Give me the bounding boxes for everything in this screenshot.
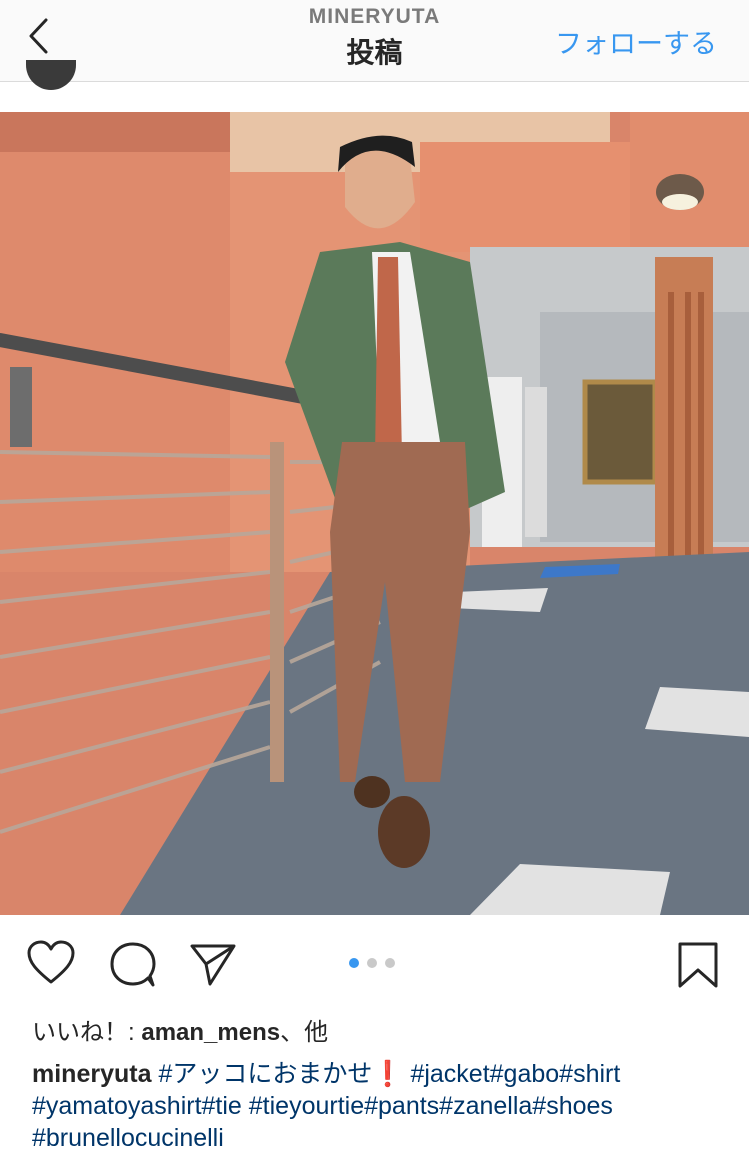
comment-icon [110,942,156,987]
heart-icon [27,940,75,984]
hashtag-link[interactable]: #yamatoyashirt#tie #tieyourtie#pants#zan… [32,1090,732,1122]
likes-line: いいね！: aman_mens、他 [32,1012,328,1047]
bookmark-icon [678,942,718,988]
exclamation-emoji: ❗ [372,1060,404,1088]
top-bar: MINERYUTA 投稿 フォローする [0,0,749,90]
liker-username[interactable]: aman_mens [141,1019,280,1046]
share-button[interactable] [188,940,238,993]
hashtag-link[interactable]: #brunellocucinelli [32,1122,732,1154]
carousel-indicator [349,958,395,968]
avatar[interactable] [26,60,76,90]
follow-button[interactable]: フォローする [555,22,717,61]
hashtag-link[interactable]: #jacket#gabo#shirt [410,1060,620,1088]
likes-prefix: いいね！: [32,1019,142,1046]
action-bar [0,930,749,1000]
send-icon [190,944,236,986]
like-button[interactable] [26,940,76,991]
save-button[interactable] [676,940,720,995]
hashtag-link[interactable]: #アッコにおまかせ [158,1060,372,1088]
caption-username[interactable]: mineryuta [32,1060,151,1088]
carousel-dot-active [349,958,359,968]
caption-line-1: mineryuta #アッコにおまかせ❗ #jacket#gabo#shirt [32,1058,732,1090]
post-caption: mineryuta #アッコにおまかせ❗ #jacket#gabo#shirt … [32,1058,732,1154]
carousel-dot [367,958,377,968]
likes-suffix[interactable]: 、他 [280,1019,328,1046]
post-image[interactable] [0,112,749,915]
carousel-dot [385,958,395,968]
comment-button[interactable] [108,940,158,993]
